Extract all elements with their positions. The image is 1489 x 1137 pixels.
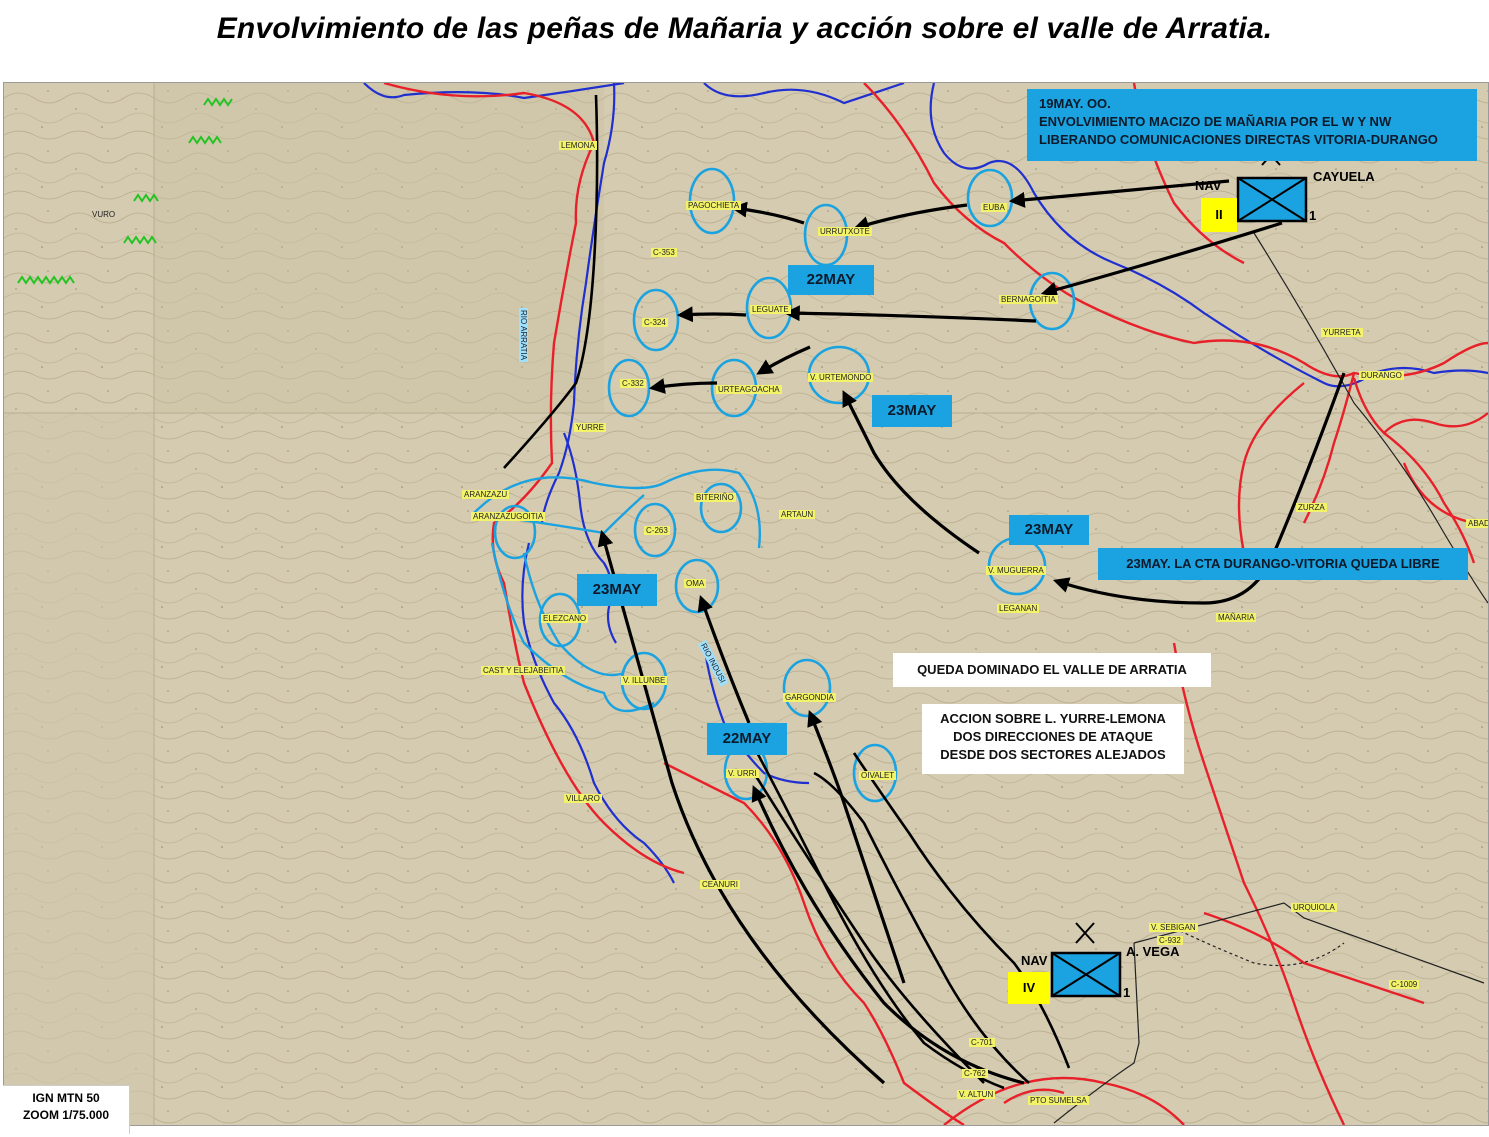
map-title: Envolvimiento de las peñas de Mañaria y … bbox=[216, 12, 1273, 45]
place-ceanuri: CEANURI bbox=[700, 880, 741, 889]
accion-box: ACCION SOBRE L. YURRE-LEMONA DOS DIRECCI… bbox=[922, 704, 1184, 774]
place-c932: C-932 bbox=[1157, 936, 1183, 945]
place-aranzazugoitia: ARANZAZUGOITIA bbox=[471, 512, 546, 521]
map-canvas[interactable]: 19MAY. OO. ENVOLVIMIENTO MACIZO DE MAÑAR… bbox=[3, 82, 1489, 1126]
unit-top-name: CAYUELA bbox=[1313, 169, 1375, 184]
place-c762: C-762 bbox=[962, 1069, 988, 1078]
road-label-arratia: RIO ARRATIA bbox=[519, 308, 528, 363]
info-line-3: LIBERANDO COMUNICACIONES DIRECTAS VITORI… bbox=[1039, 132, 1438, 147]
accion-line-1: ACCION SOBRE L. YURRE-LEMONA bbox=[940, 711, 1166, 726]
unit-bottom-size: 1 bbox=[1123, 985, 1131, 1000]
date-tag-23may-center: 23MAY bbox=[872, 395, 952, 427]
place-pto-sumelsa: PTO SUMELSA bbox=[1028, 1096, 1089, 1105]
place-lemona: LEMONA bbox=[559, 141, 597, 150]
place-vuro: VURO bbox=[92, 210, 116, 219]
map-sheet-shade bbox=[4, 413, 154, 1125]
place-urteagoacha: URTEAGOACHA bbox=[716, 385, 782, 394]
arrow-to-c324 bbox=[676, 306, 747, 323]
place-biterino: BITERIÑO bbox=[694, 493, 736, 502]
place-muguerra: V. MUGUERRA bbox=[986, 566, 1046, 575]
place-c324: C-324 bbox=[642, 318, 668, 327]
place-leganan: LEGANAN bbox=[997, 604, 1040, 613]
unit-bottom-name: A. VEGA bbox=[1126, 944, 1180, 959]
place-oma: OMA bbox=[684, 579, 707, 588]
map-graphics bbox=[4, 83, 1488, 1125]
place-sebigan: V. SEBIGAN bbox=[1149, 923, 1198, 932]
place-euba: EUBA bbox=[981, 203, 1007, 212]
info-line-2: ENVOLVIMIENTO MACIZO DE MAÑARIA POR EL W… bbox=[1039, 114, 1392, 129]
place-elezcano: ELEZCANO bbox=[541, 614, 589, 623]
place-urrutxote: URRUTXOTE bbox=[818, 227, 872, 236]
date-tag-22may-bottom: 22MAY bbox=[707, 723, 787, 755]
place-durango: DURANGO bbox=[1359, 371, 1404, 380]
place-c263: C-263 bbox=[644, 526, 670, 535]
place-gargondia: GARGONDIA bbox=[783, 693, 836, 702]
accion-line-2: DOS DIRECCIONES DE ATAQUE bbox=[953, 729, 1153, 744]
place-artaun: ARTAUN bbox=[779, 510, 816, 519]
date-tag-23may-right: 23MAY bbox=[1009, 515, 1089, 545]
place-c1009: C-1009 bbox=[1389, 980, 1420, 989]
place-abad: ABAD bbox=[1466, 519, 1488, 528]
valle-dominado-box: QUEDA DOMINADO EL VALLE DE ARRATIA bbox=[893, 653, 1211, 687]
place-urri: V. URRI bbox=[726, 769, 759, 778]
unit-top-nav: NAV bbox=[1195, 178, 1222, 193]
place-aranzazu: ARANZAZU bbox=[462, 490, 510, 499]
place-urquiola: URQUIOLA bbox=[1291, 903, 1337, 912]
ign-line-2: ZOOM 1/75.000 bbox=[22, 1108, 110, 1122]
ign-line-1: IGN MTN 50 bbox=[32, 1091, 100, 1105]
place-altun: V. ALTUN bbox=[957, 1090, 996, 1099]
place-leguate: LEGUATE bbox=[750, 305, 791, 314]
unit-top-number: II bbox=[1201, 198, 1237, 232]
place-illunbe: V. ILLUNBE bbox=[621, 676, 668, 685]
place-c353: C-353 bbox=[651, 248, 677, 257]
place-oivalet: OIVALET bbox=[859, 771, 897, 780]
unit-bottom-number: IV bbox=[1008, 972, 1050, 1004]
place-manaria: MAÑARIA bbox=[1216, 613, 1257, 622]
place-yurre: YURRE bbox=[574, 423, 607, 432]
place-zurza: ZURZA bbox=[1296, 503, 1327, 512]
place-c701: C-701 bbox=[969, 1038, 995, 1047]
highland-shade bbox=[154, 83, 604, 413]
place-bernagoitia: BERNAGOITIA bbox=[999, 295, 1058, 304]
ign-scale-note: IGN MTN 50 ZOOM 1/75.000 bbox=[3, 1085, 130, 1134]
place-cast-elejabeitia: CAST Y ELEJABEITIA bbox=[481, 666, 566, 675]
place-yurreta: YURRETA bbox=[1321, 328, 1363, 337]
unit-bottom-nav: NAV bbox=[1021, 953, 1048, 968]
info-box-19may: 19MAY. OO. ENVOLVIMIENTO MACIZO DE MAÑAR… bbox=[1027, 89, 1477, 161]
place-c332: C-332 bbox=[620, 379, 646, 388]
place-pagochieta: PAGOCHIETA bbox=[686, 201, 742, 210]
place-urtemondo: V. URTEMONDO bbox=[808, 373, 874, 382]
unit-top-size: 1 bbox=[1309, 208, 1317, 223]
info-line-1: 19MAY. OO. bbox=[1039, 96, 1111, 111]
cta-libre-box: 23MAY. LA CTA DURANGO-VITORIA QUEDA LIBR… bbox=[1098, 548, 1468, 580]
date-tag-23may-left: 23MAY bbox=[577, 574, 657, 606]
date-tag-22may-top: 22MAY bbox=[788, 265, 874, 295]
place-villaro: VILLARO bbox=[564, 794, 602, 803]
accion-line-3: DESDE DOS SECTORES ALEJADOS bbox=[940, 747, 1166, 762]
